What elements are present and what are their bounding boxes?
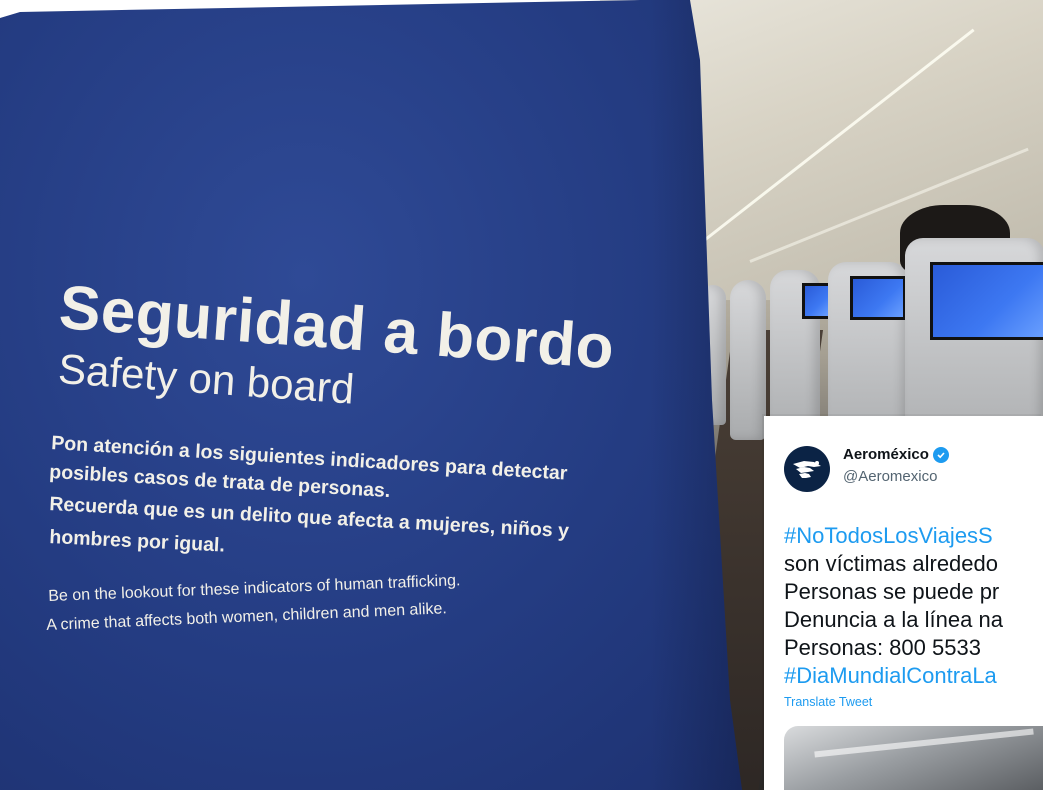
- aeromexico-logo-icon[interactable]: [784, 446, 830, 492]
- tweet-author-handle[interactable]: @Aeromexico: [843, 468, 937, 485]
- seatback-screen: [850, 276, 906, 320]
- tweet-text-line: Denuncia a la línea na: [784, 607, 1003, 632]
- tweet-hashtag[interactable]: #NoTodosLosViajesS: [784, 523, 993, 549]
- tweet-card[interactable]: Aeroméxico @Aeromexico #NoTodosLosViajes…: [764, 416, 1043, 790]
- tweet-media-image[interactable]: [784, 726, 1043, 790]
- card-body-spanish-line: hombres por igual.: [48, 526, 226, 557]
- seat-back: [730, 280, 766, 440]
- card-body-english-line: A crime that affects both women, childre…: [46, 600, 448, 634]
- translate-tweet-link[interactable]: Translate Tweet: [784, 695, 872, 709]
- tweet-hashtag[interactable]: #DiaMundialContraLa: [784, 663, 997, 689]
- tweet-author-row[interactable]: Aeroméxico: [843, 446, 949, 463]
- tweet-text-line: Personas se puede pr: [784, 579, 1000, 604]
- tweet-text-line: son víctimas alrededo: [784, 551, 998, 576]
- safety-card: Seguridad a bordo Safety on board Pon at…: [0, 0, 742, 790]
- seatback-screen: [930, 262, 1043, 340]
- tweet-text-line: Personas: 800 5533: [784, 635, 981, 660]
- tweet-author-name[interactable]: Aeroméxico: [843, 446, 929, 463]
- verified-badge-icon: [932, 446, 949, 463]
- card-body-english-line: Be on the lookout for these indicators o…: [48, 572, 461, 605]
